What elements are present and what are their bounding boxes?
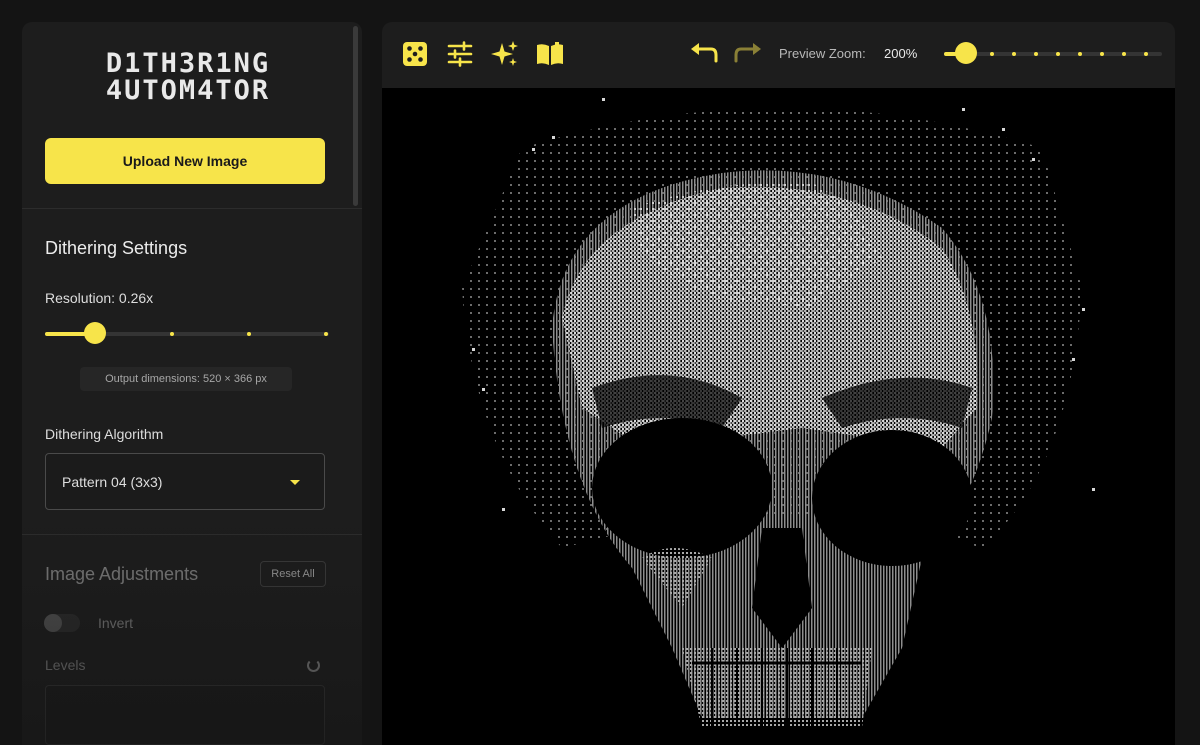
divider — [22, 534, 362, 535]
logo-line-1: D1TH3R1NG — [105, 48, 271, 79]
logo-line-2: 4UTOM4TOR — [105, 75, 271, 106]
redo-icon[interactable] — [734, 39, 764, 69]
image-adjustments-title: Image Adjustments — [45, 564, 199, 584]
zoom-slider-tick — [1144, 52, 1148, 56]
output-dimensions-badge: Output dimensions: 520 × 366 px — [80, 367, 292, 391]
toolbar: Preview Zoom: 200% — [382, 22, 1175, 88]
zoom-slider-tick — [1100, 52, 1104, 56]
reset-all-button[interactable]: Reset All — [260, 561, 326, 587]
levels-histogram[interactable] — [45, 685, 325, 745]
invert-toggle[interactable] — [44, 614, 80, 632]
resolution-slider-thumb[interactable] — [84, 322, 106, 344]
dithering-settings-title: Dithering Settings — [45, 238, 188, 258]
resolution-label: Resolution: 0.26x — [45, 290, 154, 306]
dithering-algorithm-label: Dithering Algorithm — [45, 426, 164, 442]
dice-icon[interactable] — [400, 39, 430, 69]
levels-label: Levels — [45, 657, 86, 673]
preview-zoom-value: 200% — [884, 46, 918, 61]
invert-toggle-knob — [44, 614, 62, 632]
invert-label: Invert — [98, 615, 134, 631]
refresh-icon[interactable] — [307, 659, 320, 672]
zoom-slider-tick — [1012, 52, 1016, 56]
preview-panel: Preview Zoom: 200% — [382, 22, 1175, 745]
dithered-image-preview[interactable] — [382, 88, 1175, 745]
resolution-slider-tick — [170, 332, 174, 336]
preview-zoom-label: Preview Zoom: — [779, 46, 866, 61]
sidebar-scrollbar[interactable] — [353, 26, 358, 206]
zoom-slider-tick — [1122, 52, 1126, 56]
app-logo: D1TH3R1NG 4UTOM4TOR — [78, 50, 298, 104]
zoom-slider-tick — [1056, 52, 1060, 56]
zoom-slider-tick — [990, 52, 994, 56]
zoom-slider-tick — [1034, 52, 1038, 56]
resolution-slider[interactable] — [45, 322, 329, 346]
skull-dither-art — [462, 98, 1095, 728]
resolution-slider-tick — [247, 332, 251, 336]
undo-icon[interactable] — [688, 39, 718, 69]
resolution-slider-tick — [324, 332, 328, 336]
sidebar: D1TH3R1NG 4UTOM4TOR Upload New Image Dit… — [22, 22, 362, 745]
dithering-algorithm-select[interactable]: Pattern 04 (3x3) — [45, 453, 325, 510]
book-icon[interactable] — [535, 39, 565, 69]
zoom-slider-thumb[interactable] — [955, 42, 977, 64]
upload-new-image-button[interactable]: Upload New Image — [45, 138, 325, 184]
divider — [22, 208, 362, 209]
zoom-slider-tick — [1078, 52, 1082, 56]
caret-down-icon — [290, 480, 300, 485]
sparkles-icon[interactable] — [490, 39, 520, 69]
sliders-icon[interactable] — [445, 39, 475, 69]
dithering-algorithm-value: Pattern 04 (3x3) — [62, 473, 163, 490]
preview-zoom-slider[interactable] — [944, 42, 1162, 66]
